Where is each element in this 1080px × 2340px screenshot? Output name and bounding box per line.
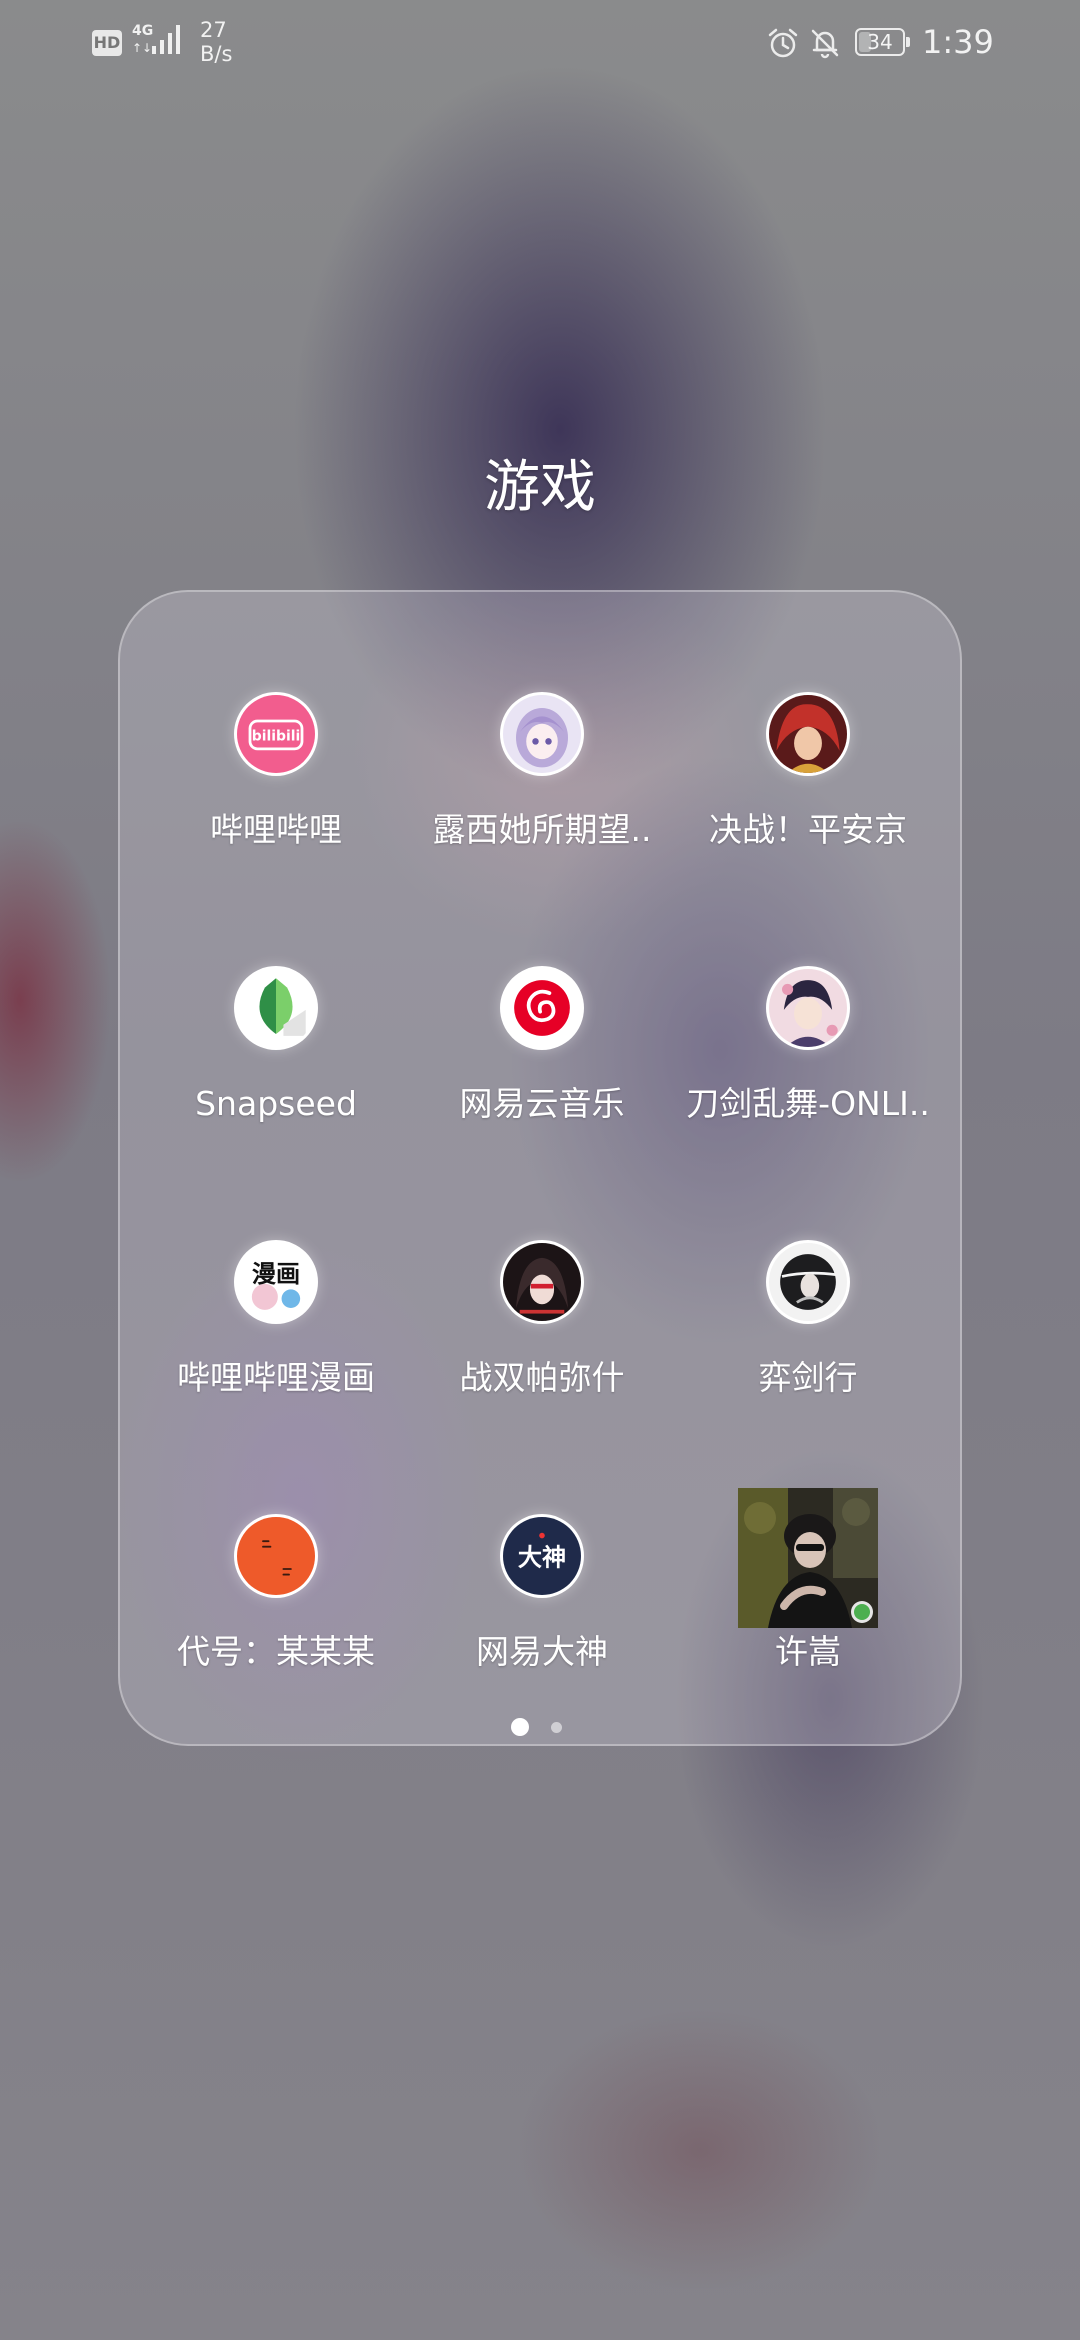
- netease-dashen-icon: 大神: [500, 1514, 584, 1598]
- snapseed-leaf-icon: [234, 966, 318, 1050]
- app-label: 网易大神: [476, 1632, 608, 1671]
- page-indicator: [0, 1718, 1080, 1738]
- app-label: 露西她所期望..: [432, 810, 652, 849]
- bilibili-comics-icon: 漫画: [234, 1240, 318, 1324]
- app-punishing[interactable]: 战双帕弥什: [410, 1240, 674, 1460]
- network-speed-value: 27: [200, 18, 227, 42]
- svg-text:bilibili: bilibili: [252, 729, 301, 745]
- bell-off-icon: [811, 29, 839, 59]
- hd-voice-badge: HD: [92, 30, 122, 56]
- battery-percent: 34: [867, 30, 893, 54]
- app-lucy[interactable]: 露西她所期望..: [410, 692, 674, 912]
- app-label: 代号：某某某: [177, 1632, 375, 1671]
- home-screen: HD 4G ↑↓ 27 B/s 34 1:39 游戏 bilibili 哔哩哔哩…: [0, 0, 1080, 2340]
- page-dot[interactable]: [551, 1722, 562, 1733]
- app-label: Snapseed: [195, 1084, 357, 1123]
- app-snapseed[interactable]: Snapseed: [144, 966, 408, 1186]
- app-label: 哔哩哔哩漫画: [177, 1358, 375, 1397]
- red-hair-character-icon: [766, 692, 850, 776]
- signal-bars-icon: [152, 25, 180, 54]
- swordsman-ink-icon: [766, 1240, 850, 1324]
- app-label: 许嵩: [775, 1632, 841, 1671]
- app-netease-dashen[interactable]: 大神 网易大神: [410, 1514, 674, 1734]
- bilibili-comics-icon-text: 漫画: [252, 1260, 300, 1288]
- anime-girl-icon: [500, 692, 584, 776]
- netease-music-icon: [500, 966, 584, 1050]
- folder-panel: bilibili 哔哩哔哩 露西她所期望.. 决战！平安京 Snapseed 网…: [118, 590, 962, 1746]
- app-touken-ranbu[interactable]: 刀剑乱舞-ONLI..: [676, 966, 940, 1186]
- netease-dashen-icon-text: 大神: [518, 1543, 566, 1571]
- app-label: 战双帕弥什: [459, 1358, 625, 1397]
- app-label: 网易云音乐: [459, 1084, 625, 1123]
- app-netease-music[interactable]: 网易云音乐: [410, 966, 674, 1186]
- network-speed: 27 B/s: [200, 18, 232, 66]
- app-bilibili-comics[interactable]: 漫画 哔哩哔哩漫画: [144, 1240, 408, 1460]
- app-onmyoji-arena[interactable]: 决战！平安京: [676, 692, 940, 912]
- codename-orange-icon: [234, 1514, 318, 1598]
- punishing-character-icon: [500, 1240, 584, 1324]
- battery-icon: 34: [855, 28, 910, 56]
- app-label: 哔哩哔哩: [210, 810, 342, 849]
- app-label: 决战！平安京: [709, 810, 907, 849]
- app-yijianxing[interactable]: 弈剑行: [676, 1240, 940, 1460]
- folder-title[interactable]: 游戏: [0, 452, 1080, 524]
- network-speed-unit: B/s: [200, 42, 233, 66]
- page-dot-active[interactable]: [511, 1718, 529, 1736]
- app-label: 弈剑行: [758, 1358, 858, 1397]
- alarm-clock-icon: [768, 28, 798, 58]
- bilibili-icon: bilibili: [234, 692, 318, 776]
- status-bar: HD 4G ↑↓ 27 B/s 34 1:39: [0, 0, 1080, 84]
- app-codename[interactable]: 代号：某某某: [144, 1514, 408, 1734]
- samurai-character-icon: [766, 966, 850, 1050]
- contact-photo-icon: [738, 1488, 878, 1628]
- app-bilibili[interactable]: bilibili 哔哩哔哩: [144, 692, 408, 912]
- status-clock: 1:39: [922, 23, 994, 61]
- app-label: 刀剑乱舞-ONLI..: [686, 1084, 930, 1123]
- app-xusong-contact[interactable]: 许嵩: [676, 1488, 940, 1734]
